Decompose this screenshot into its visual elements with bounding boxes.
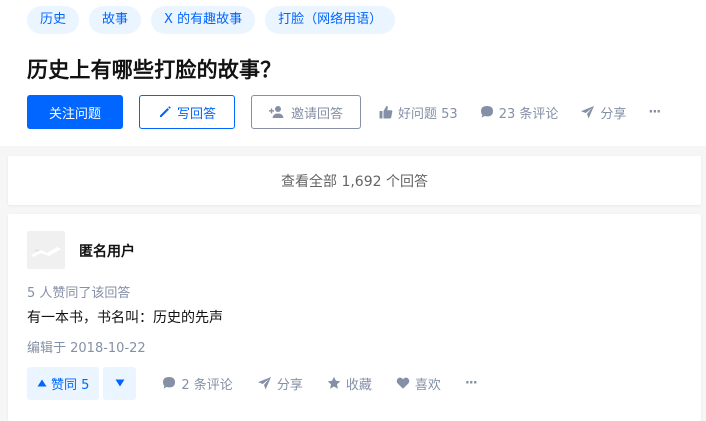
question-actions: 关注问题 写回答 邀请回答 好问题 53 23 条评论 分享 ··· <box>27 95 661 129</box>
upvote-button[interactable]: 赞同 5 <box>27 366 100 400</box>
anonymous-avatar-icon <box>27 231 65 269</box>
question-comments-label: 23 条评论 <box>498 106 559 122</box>
answer-comments-button[interactable]: 2 条评论 <box>162 374 233 393</box>
collect-button[interactable]: 收藏 <box>327 374 372 393</box>
share-icon <box>581 106 595 119</box>
answer-card: 匿名用户 5 人赞同了该回答 有一本书，书名叫：历史的先声 编辑于 2018-1… <box>8 214 701 421</box>
question-comments-button[interactable]: 23 条评论 <box>480 103 559 122</box>
view-all-answers-label: 查看全部 1,692 个回答 <box>281 173 428 190</box>
star-icon <box>327 376 341 389</box>
write-answer-label: 写回答 <box>176 106 216 122</box>
answer-comments-label: 2 条评论 <box>181 377 233 393</box>
triangle-down-icon <box>115 379 125 387</box>
avatar[interactable] <box>27 231 65 269</box>
answer-content: 有一本书，书名叫：历史的先声 <box>27 310 223 326</box>
upvote-label: 赞同 5 <box>51 377 90 393</box>
downvote-button[interactable] <box>103 366 137 400</box>
topic-tag[interactable]: 历史 <box>27 6 80 34</box>
view-all-answers-button[interactable]: 查看全部 1,692 个回答 <box>8 156 701 205</box>
add-user-icon <box>268 106 284 118</box>
answer-share-button[interactable]: 分享 <box>257 374 303 393</box>
topic-tag[interactable]: 打脸（网络用语） <box>265 6 396 34</box>
share-icon <box>257 377 271 390</box>
follow-question-label: 关注问题 <box>48 106 101 122</box>
answer-actions: 赞同 5 2 条评论 分享 收藏 喜欢 ··· <box>27 366 478 400</box>
triangle-up-icon <box>37 379 47 387</box>
question-more-button[interactable]: ··· <box>648 104 661 120</box>
question-share-label: 分享 <box>600 106 627 122</box>
thumbs-up-icon <box>379 105 393 119</box>
heart-icon <box>396 377 410 389</box>
good-question-button[interactable]: 好问题 53 <box>379 103 458 122</box>
answer-share-label: 分享 <box>276 377 303 393</box>
question-header: 历史 故事 X 的有趣故事 打脸（网络用语） 历史上有哪些打脸的故事？ 关注问题… <box>0 0 706 146</box>
comment-icon <box>163 377 176 389</box>
invite-answer-label: 邀请回答 <box>290 106 343 122</box>
like-label: 喜欢 <box>414 377 441 393</box>
edited-time[interactable]: 编辑于 2018-10-22 <box>27 337 146 356</box>
comment-icon <box>480 106 493 118</box>
more-icon: ··· <box>464 375 478 391</box>
topic-tag[interactable]: X 的有趣故事 <box>151 6 256 34</box>
question-share-button[interactable]: 分享 <box>580 103 626 122</box>
follow-question-button[interactable]: 关注问题 <box>27 95 123 129</box>
collect-label: 收藏 <box>345 377 372 393</box>
more-icon: ··· <box>648 104 661 120</box>
like-button[interactable]: 喜欢 <box>396 374 441 393</box>
invite-answer-button[interactable]: 邀请回答 <box>251 95 361 129</box>
pencil-icon <box>159 106 171 117</box>
topic-tags: 历史 故事 X 的有趣故事 打脸（网络用语） <box>27 6 396 34</box>
question-title[interactable]: 历史上有哪些打脸的故事？ <box>27 54 281 84</box>
answer-more-button[interactable]: ··· <box>464 375 478 391</box>
topic-tag[interactable]: 故事 <box>89 6 142 34</box>
voters-count[interactable]: 5 人赞同了该回答 <box>27 282 130 301</box>
good-question-label: 好问题 53 <box>398 106 458 122</box>
write-answer-button[interactable]: 写回答 <box>139 95 235 129</box>
author-name[interactable]: 匿名用户 <box>79 241 135 261</box>
